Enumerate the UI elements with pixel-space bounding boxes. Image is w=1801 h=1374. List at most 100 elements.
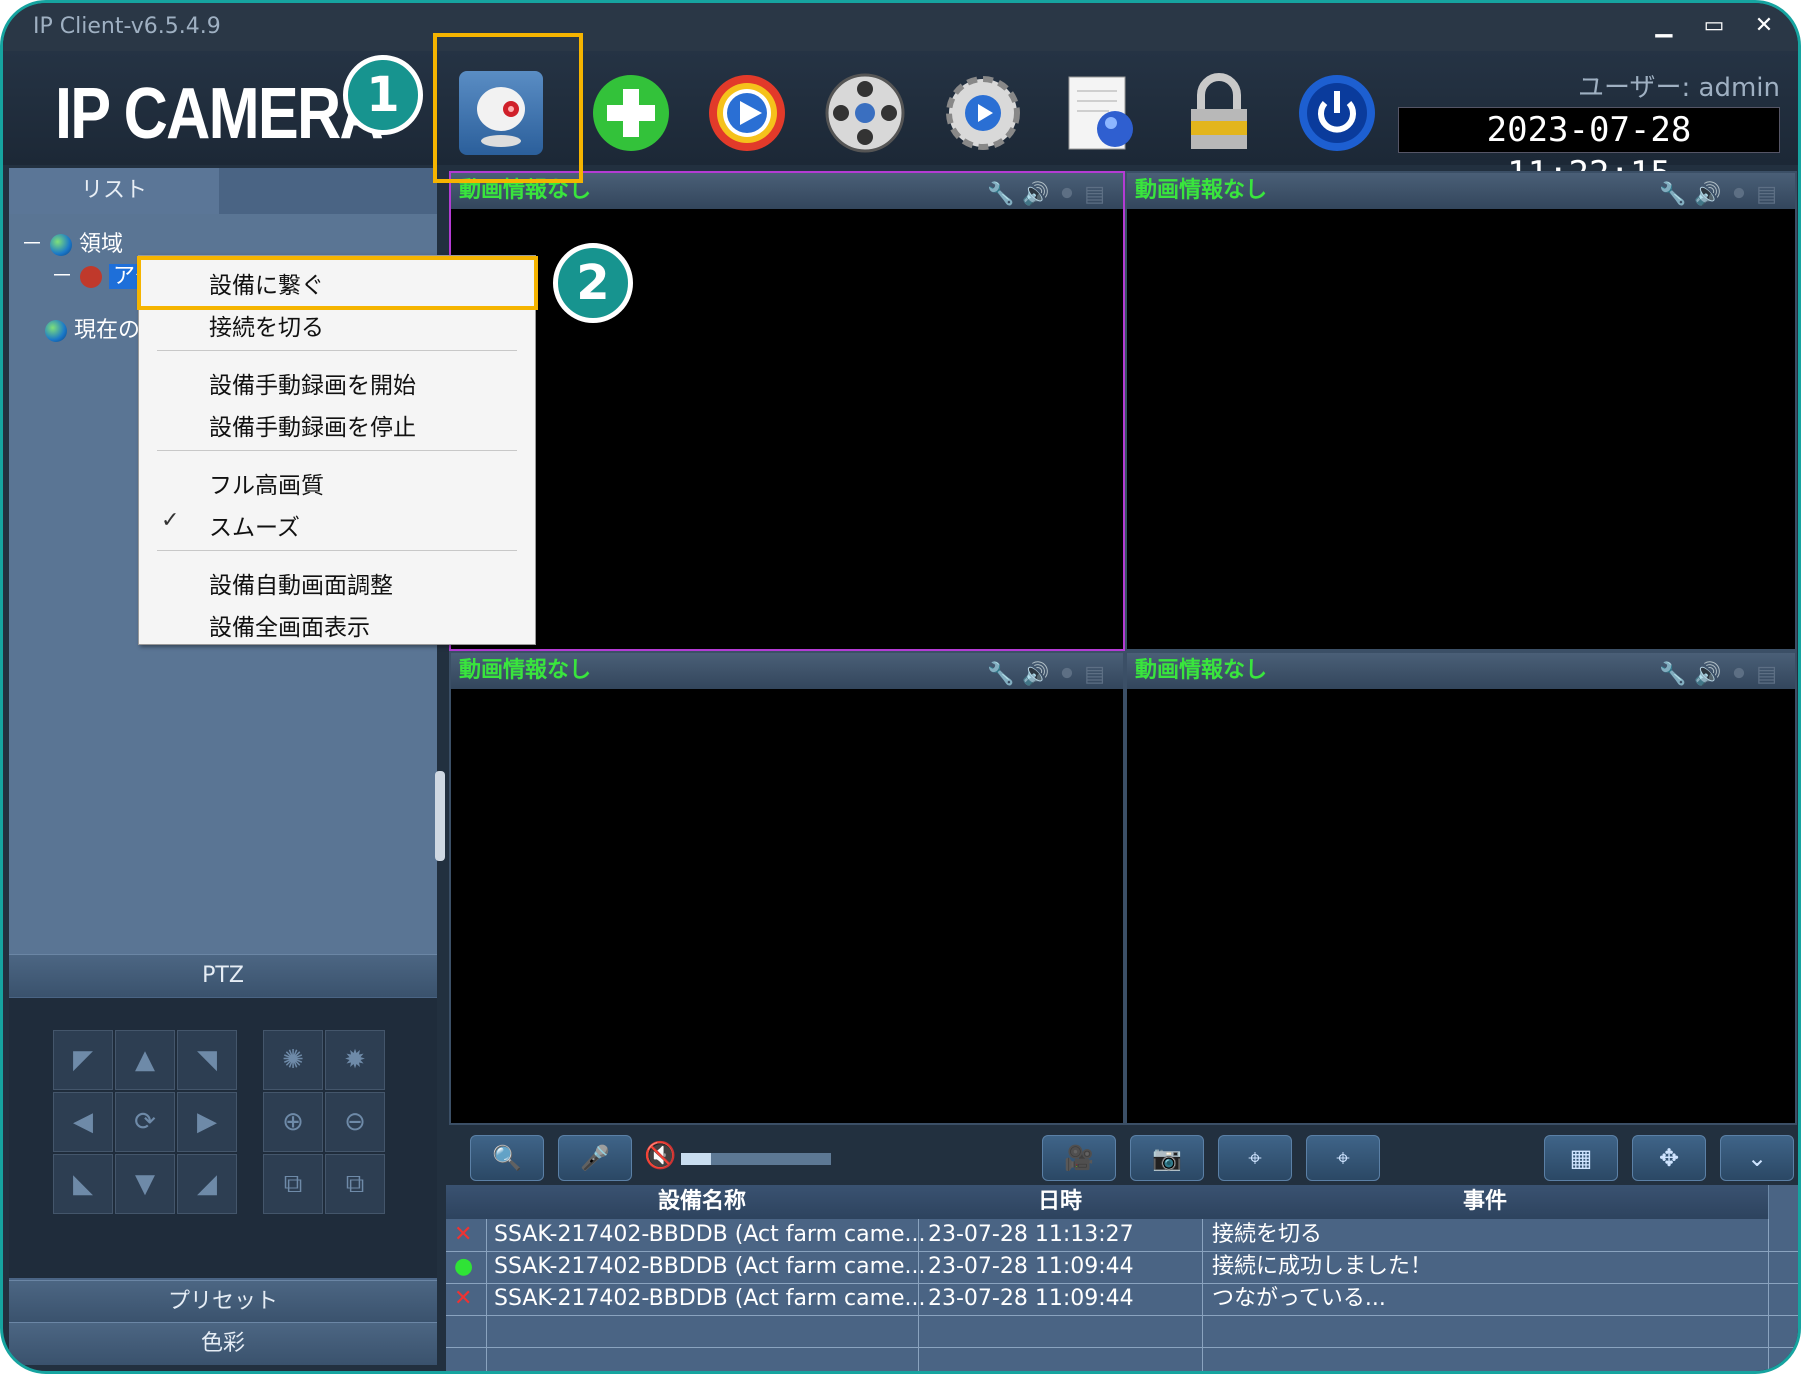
table-row[interactable]: ● SSAK-217402-BBDDB (Act farm came... 23… [446, 1251, 1798, 1284]
film-reel-icon[interactable] [823, 71, 907, 155]
video-pane-3[interactable]: 動画情報なし 🔧🔊⚫▤ [449, 651, 1125, 1125]
table-row[interactable]: ✕ SSAK-217402-BBDDB (Act farm came... 23… [446, 1219, 1798, 1252]
menu-item-smooth[interactable]: スムーズ [209, 508, 300, 542]
zoom-out-button[interactable]: ⊖ [325, 1092, 385, 1152]
event-cell: 接続に成功しました！ [1212, 1254, 1433, 1279]
table-row[interactable]: ✕ SSAK-217402-BBDDB (Act farm came... 23… [446, 1283, 1798, 1316]
collapse-log-button[interactable]: ⌄ [1720, 1135, 1794, 1181]
tab-list[interactable]: リスト [9, 168, 219, 214]
snapshot-button[interactable]: 📷 [1130, 1135, 1204, 1181]
ptz-down-left-button[interactable]: ◣ [53, 1154, 113, 1214]
globe-icon [50, 234, 73, 256]
status-column-header [446, 1185, 487, 1219]
tree-toggle[interactable]: － [21, 232, 43, 257]
menu-item-auto-fit[interactable]: 設備自動画面調整 [209, 566, 393, 600]
datetime-cell: 23-07-28 11:09:44 [928, 1286, 1134, 1311]
user-label: ユーザー: admin [1578, 73, 1780, 103]
title-bar: IP Client-v6.5.4.9 ▁ ▭ ✕ [3, 3, 1798, 51]
video-pane-header: 動画情報なし 🔧🔊⚫▤ [1127, 173, 1795, 209]
video-status-label: 動画情報なし [1135, 178, 1268, 203]
maximize-button[interactable]: ▭ [1692, 11, 1736, 41]
highlight-box-menu [137, 256, 538, 310]
menu-item-start-recording[interactable]: 設備手動録画を開始 [209, 366, 416, 400]
log-icon[interactable] [1059, 71, 1143, 155]
color-header[interactable]: 色彩 [9, 1322, 437, 1365]
column-header-datetime[interactable]: 日時 [918, 1185, 1203, 1219]
ptz-up-right-button[interactable]: ◥ [177, 1030, 237, 1090]
app-window: IP Client-v6.5.4.9 ▁ ▭ ✕ IP CAMERA ユーザー:… [0, 0, 1801, 1374]
record-button[interactable]: 🎥 [1042, 1135, 1116, 1181]
video-pane-4[interactable]: 動画情報なし 🔧🔊⚫▤ [1125, 651, 1797, 1125]
device-cell: SSAK-217402-BBDDB (Act farm came... [494, 1254, 926, 1279]
fullscreen-button[interactable]: ✥ [1632, 1135, 1706, 1181]
menu-separator [157, 550, 517, 551]
power-icon[interactable] [1295, 71, 1379, 155]
tree-label: 領域 [79, 232, 124, 257]
datetime-cell: 23-07-28 11:09:44 [928, 1254, 1134, 1279]
column-header-event[interactable]: 事件 [1202, 1185, 1769, 1219]
focus-far-button[interactable]: ⧉ [325, 1154, 385, 1214]
ptz-down-right-button[interactable]: ◢ [177, 1154, 237, 1214]
video-pane-1[interactable]: 動画情報なし 🔧🔊⚫▤ [449, 171, 1125, 651]
iris-open-button[interactable]: ✺ [263, 1030, 323, 1090]
add-icon[interactable] [589, 71, 673, 155]
menu-item-stop-recording[interactable]: 設備手動録画を停止 [209, 408, 416, 442]
event-log-table: 設備名称 日時 事件 ✕ SSAK-217402-BBDDB (Act farm… [446, 1185, 1798, 1371]
globe-icon [45, 320, 67, 342]
column-divider [486, 1219, 487, 1371]
ptz-right-button[interactable]: ▶ [177, 1092, 237, 1152]
menu-item-disconnect[interactable]: 接続を切る [209, 308, 324, 342]
focus-near-button[interactable]: ⧉ [263, 1154, 323, 1214]
ptz-down-button[interactable]: ▼ [115, 1154, 175, 1214]
check-icon: ✓ [161, 508, 180, 533]
target-clear-button[interactable]: ⌖ [1306, 1135, 1380, 1181]
video-pane-header: 動画情報なし 🔧🔊⚫▤ [1127, 653, 1795, 689]
device-context-menu: 設備に繋ぐ 接続を切る 設備手動録画を開始 設備手動録画を停止 フル高画質 ✓ … [138, 255, 536, 645]
tree-item-region[interactable]: － 領域 [21, 226, 123, 258]
iris-close-button[interactable]: ✹ [325, 1030, 385, 1090]
zoom-search-button[interactable]: 🔍 [470, 1135, 544, 1181]
device-cell: SSAK-217402-BBDDB (Act farm came... [494, 1222, 926, 1247]
video-pane-icons: 🔧🔊⚫▤ [1658, 182, 1785, 207]
window-title: IP Client-v6.5.4.9 [33, 14, 221, 39]
column-divider [918, 1219, 919, 1371]
table-row [446, 1315, 1798, 1348]
target-button[interactable]: ⌖ [1218, 1135, 1292, 1181]
microphone-button[interactable]: 🎤 [558, 1135, 632, 1181]
column-header-device[interactable]: 設備名称 [486, 1185, 919, 1219]
settings-icon[interactable] [941, 71, 1025, 155]
video-toolbar: 🔍 🎤 🔇 🎥 📷 ⌖ ⌖ ▦ ✥ ⌄ [446, 1127, 1798, 1185]
step-badge-1: 1 [343, 55, 423, 135]
menu-item-full-hd[interactable]: フル高画質 [209, 466, 324, 500]
playback-icon[interactable] [705, 71, 789, 155]
close-button[interactable]: ✕ [1742, 11, 1786, 41]
step-badge-2: 2 [553, 243, 633, 323]
event-cell: 接続を切る [1212, 1222, 1323, 1247]
menu-item-fullscreen[interactable]: 設備全画面表示 [209, 608, 370, 642]
tree-toggle[interactable]: － [51, 264, 73, 289]
panel-collapse-handle[interactable] [435, 771, 445, 861]
ptz-up-left-button[interactable]: ◤ [53, 1030, 113, 1090]
connected-status-icon: ● [454, 1254, 474, 1279]
video-pane-icons: 🔧🔊⚫▤ [986, 182, 1113, 207]
zoom-in-button[interactable]: ⊕ [263, 1092, 323, 1152]
layout-grid-button[interactable]: ▦ [1544, 1135, 1618, 1181]
video-pane-icons: 🔧🔊⚫▤ [1658, 662, 1785, 687]
volume-slider[interactable] [681, 1153, 831, 1165]
ptz-header[interactable]: PTZ [9, 954, 437, 997]
video-pane-2[interactable]: 動画情報なし 🔧🔊⚫▤ [1125, 171, 1797, 651]
speaker-mute-icon[interactable]: 🔇 [644, 1141, 676, 1171]
video-pane-header: 動画情報なし 🔧🔊⚫▤ [451, 653, 1123, 689]
highlight-box-toolbar [433, 33, 583, 183]
video-pane-icons: 🔧🔊⚫▤ [986, 662, 1113, 687]
ptz-left-button[interactable]: ◀ [53, 1092, 113, 1152]
column-divider [1202, 1219, 1203, 1371]
ptz-controls: ◤ ▲ ◥ ◀ ⟳ ▶ ◣ ▼ ◢ ✺ ✹ ⊕ ⊖ ⧉ ⧉ [9, 998, 437, 1278]
device-cell: SSAK-217402-BBDDB (Act farm came... [494, 1286, 926, 1311]
ptz-up-button[interactable]: ▲ [115, 1030, 175, 1090]
minimize-button[interactable]: ▁ [1642, 11, 1686, 41]
lock-icon[interactable] [1177, 71, 1261, 155]
preset-header[interactable]: プリセット [9, 1280, 437, 1323]
ptz-center-button[interactable]: ⟳ [115, 1092, 175, 1152]
disconnected-status-icon: ✕ [454, 1286, 473, 1311]
